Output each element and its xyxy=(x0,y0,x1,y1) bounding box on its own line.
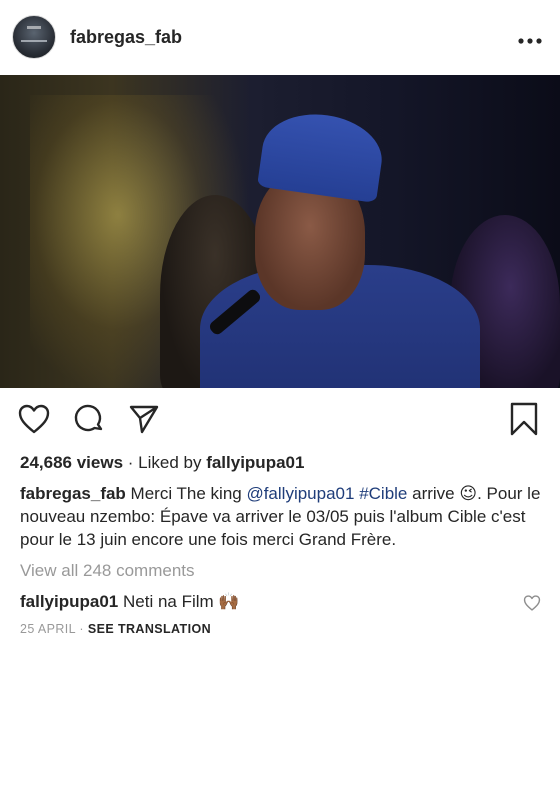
caption-author[interactable]: fabregas_fab xyxy=(20,484,126,503)
comment-icon[interactable] xyxy=(72,402,106,436)
bookmark-icon[interactable] xyxy=(507,402,541,436)
more-dots-graphic xyxy=(518,38,542,44)
profile-avatar[interactable] xyxy=(12,15,56,59)
heart-icon[interactable] xyxy=(523,595,541,611)
avatar-graphic-line xyxy=(21,40,47,42)
more-horizontal-icon[interactable] xyxy=(518,28,542,46)
send-icon[interactable] xyxy=(127,402,161,436)
post-date: 25 APRIL xyxy=(20,622,76,636)
timestamp-separator: · xyxy=(75,622,88,636)
wink-emoji: 😉 xyxy=(459,484,478,503)
raised-hands-emoji: 🙌🏾 xyxy=(218,592,240,611)
see-translation-link[interactable]: SEE TRANSLATION xyxy=(88,622,211,636)
post-details: 24,686 views · Liked by fallyipupa01 fab… xyxy=(20,450,545,636)
caption-text: Merci The king xyxy=(125,484,247,503)
action-bar xyxy=(0,388,560,448)
comment-item: fallyipupa01 Neti na Film 🙌🏾 xyxy=(20,590,545,614)
comment-author[interactable]: fallyipupa01 xyxy=(20,592,118,611)
views-and-likes: 24,686 views · Liked by fallyipupa01 xyxy=(20,450,545,476)
heart-icon[interactable] xyxy=(17,402,51,436)
post-username[interactable]: fabregas_fab xyxy=(70,27,182,48)
avatar-graphic xyxy=(27,26,41,29)
view-count[interactable]: 24,686 views xyxy=(20,453,123,472)
liked-by-label: Liked by xyxy=(138,453,207,472)
view-all-comments-link[interactable]: View all 248 comments xyxy=(20,558,545,584)
singer-hat xyxy=(257,107,387,203)
caption-text: arrive xyxy=(407,484,460,503)
post-caption: fabregas_fab Merci The king @fallyipupa0… xyxy=(20,482,545,551)
post-timestamp-row: 25 APRIL · SEE TRANSLATION xyxy=(20,622,545,636)
caption-hashtag[interactable]: #Cible xyxy=(359,484,407,503)
comment-text: Neti na Film xyxy=(118,592,219,611)
post-video[interactable] xyxy=(0,75,560,388)
liked-by-user[interactable]: fallyipupa01 xyxy=(206,453,304,472)
stats-separator: · xyxy=(123,453,139,472)
post-header: fabregas_fab xyxy=(0,0,560,75)
caption-mention[interactable]: @fallyipupa01 xyxy=(246,484,354,503)
